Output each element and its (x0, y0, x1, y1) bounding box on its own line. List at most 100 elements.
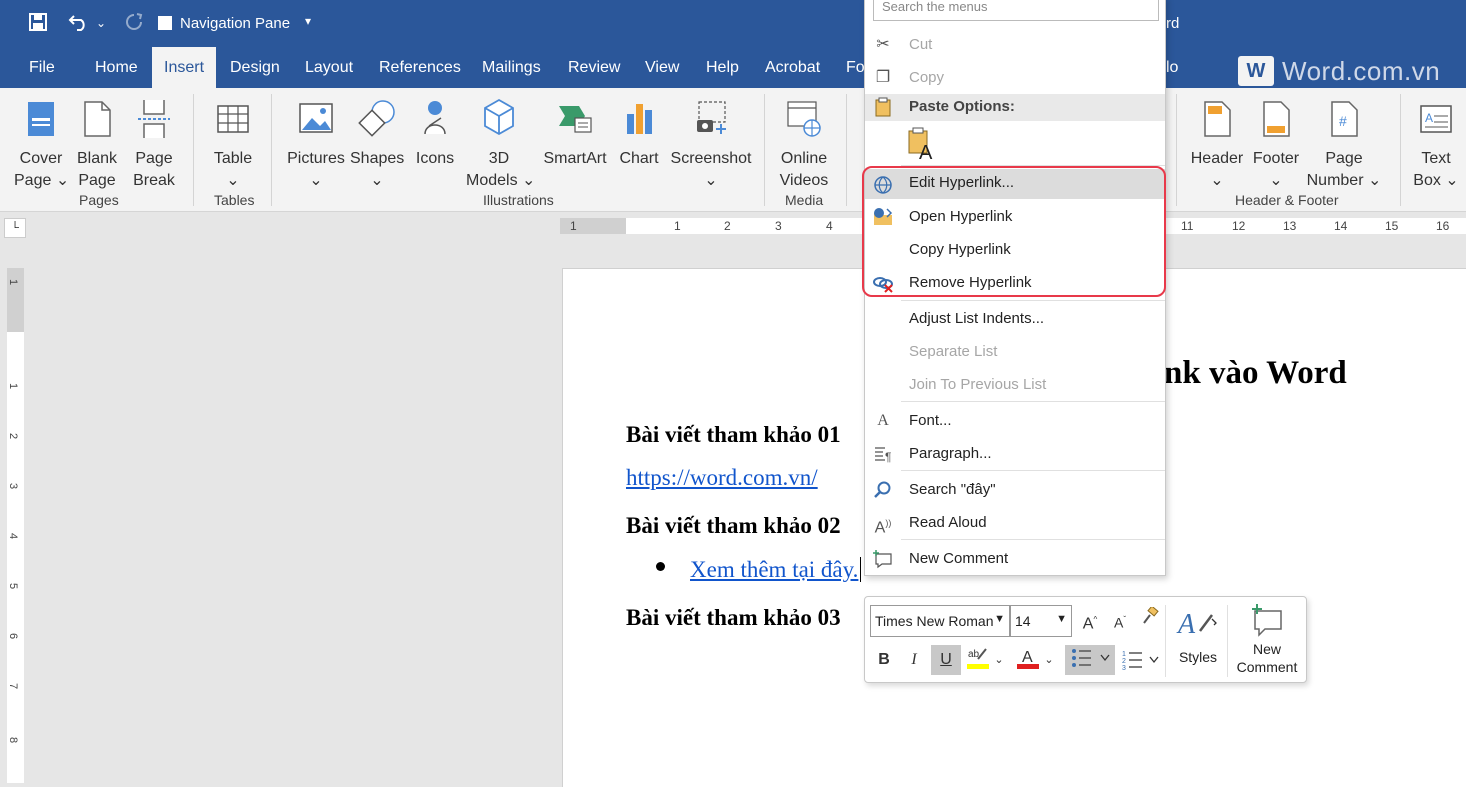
menu-item-read-aloud[interactable]: A)) Read Aloud (865, 507, 1165, 539)
tab-tail[interactable]: lo (1166, 59, 1178, 77)
3d-models-icon (484, 98, 514, 136)
tab-view[interactable]: View (645, 59, 679, 77)
menu-item-adjust-list-indents[interactable]: Adjust List Indents... (865, 303, 1165, 335)
highlight-color-button[interactable]: ab (963, 645, 993, 671)
navigation-pane-checkbox[interactable] (158, 16, 172, 30)
group-separator (1400, 94, 1401, 206)
menu-search-input[interactable]: Search the menus (873, 0, 1159, 21)
menu-item-separate-list[interactable]: Separate List (865, 336, 1165, 368)
ribbon: Cover Page ⌄ Blank Page Page Break Pages Ta… (0, 88, 1466, 212)
header-icon (1204, 101, 1231, 137)
chevron-down-icon: ▼ (994, 613, 1005, 625)
bullets-button[interactable] (1065, 645, 1115, 675)
font-size-combo[interactable]: 14 ▼ (1010, 605, 1072, 637)
online-videos-button[interactable]: Online Videos (776, 94, 832, 192)
new-comment-button[interactable]: New Comment (1231, 603, 1303, 679)
shapes-button[interactable]: Shapes ⌄ (350, 94, 404, 192)
copy-icon: ❐ (875, 69, 891, 86)
font-color-button[interactable]: A (1013, 645, 1043, 671)
tab-layout[interactable]: Layout (305, 59, 353, 77)
undo-icon[interactable] (68, 12, 90, 37)
group-separator (1176, 94, 1177, 206)
tab-design[interactable]: Design (230, 59, 280, 77)
smartart-button[interactable]: SmartArt (540, 94, 610, 170)
group-label-illustrations: Illustrations (483, 192, 554, 208)
page-number-button[interactable]: # Page Number ⌄ (1306, 94, 1382, 192)
chart-button[interactable]: Chart (616, 94, 662, 170)
hyperlink-options-highlight (862, 166, 1166, 297)
tab-home[interactable]: Home (95, 59, 138, 77)
online-videos-icon (787, 101, 821, 137)
scissors-icon: ✂ (876, 36, 890, 53)
hyperlink-xem-them[interactable]: Xem thêm tại đây. (690, 557, 858, 583)
underline-button[interactable]: U (931, 645, 961, 675)
shrink-font-icon[interactable]: Aˇ (1107, 607, 1133, 633)
menu-header-paste-options: Paste Options: (865, 94, 1165, 121)
tab-review[interactable]: Review (568, 59, 620, 77)
tab-help[interactable]: Help (706, 59, 739, 77)
text-box-button[interactable]: A Text Box ⌄ (1410, 94, 1462, 192)
group-label-pages: Pages (79, 192, 119, 208)
tab-mailings[interactable]: Mailings (482, 59, 541, 77)
menu-item-join-previous-list[interactable]: Join To Previous List (865, 369, 1165, 401)
page-break-button[interactable]: Page Break (128, 94, 180, 192)
footer-button[interactable]: Footer ⌄ (1250, 94, 1302, 192)
chevron-down-icon[interactable]: ⌄ (1041, 647, 1057, 673)
menu-item-copy[interactable]: ❐ Copy (865, 62, 1165, 94)
numbering-button[interactable]: 123 (1119, 647, 1163, 673)
cover-page-button[interactable]: Cover Page ⌄ (14, 94, 69, 192)
tab-file[interactable]: File (29, 59, 55, 77)
menu-item-new-comment[interactable]: New Comment (865, 543, 1165, 575)
new-comment-icon (1252, 604, 1282, 637)
styles-button[interactable]: A Styles (1170, 603, 1226, 679)
icons-icon (424, 101, 446, 135)
menu-item-paragraph[interactable]: ¶ Paragraph... (865, 438, 1165, 470)
header-button[interactable]: Header ⌄ (1188, 94, 1246, 192)
bold-button[interactable]: B (871, 647, 897, 673)
menu-item-cut[interactable]: ✂ Cut (865, 29, 1165, 61)
ruler-margin (7, 268, 24, 332)
group-label-header-footer: Header & Footer (1235, 192, 1339, 208)
tab-acrobat[interactable]: Acrobat (765, 59, 820, 77)
tab-selector[interactable]: └ (4, 218, 26, 238)
format-painter-icon[interactable] (1137, 605, 1163, 633)
grow-font-icon[interactable]: A^ (1077, 607, 1103, 633)
mini-toolbar: Times New Roman ▼ 14 ▼ A^ Aˇ B I U ab ⌄ … (864, 596, 1307, 683)
hyperlink-word-com-vn[interactable]: https://word.com.vn/ (626, 465, 818, 491)
smartart-icon (559, 106, 592, 133)
blank-page-button[interactable]: Blank Page (72, 94, 122, 192)
table-button[interactable]: Table ⌄ (208, 94, 258, 192)
new-comment-icon (873, 549, 893, 569)
text-cursor (860, 557, 861, 582)
menu-item-font[interactable]: A Font... (865, 405, 1165, 437)
save-icon[interactable] (28, 12, 48, 37)
reference-3: Bài viết tham khảo 03 (626, 605, 841, 630)
font-icon: A (877, 412, 889, 429)
menu-item-search[interactable]: Search "đây" (865, 474, 1165, 506)
customize-toolbar-icon[interactable]: ▾ (305, 14, 311, 28)
tab-insert[interactable]: Insert (152, 47, 217, 88)
tab-format[interactable]: Fo (846, 59, 865, 77)
styles-icon: A (1176, 609, 1217, 640)
3d-models-button[interactable]: 3D Models ⌄ (466, 94, 535, 192)
list-bullet (656, 562, 665, 571)
reference-2: Bài viết tham khảo 02 (626, 513, 841, 538)
group-separator (764, 94, 765, 206)
group-separator (193, 94, 194, 206)
paste-keep-text-only-button[interactable]: A (905, 127, 941, 164)
cover-page-icon (28, 102, 54, 136)
screenshot-button[interactable]: Screenshot ⌄ (670, 94, 752, 192)
group-label-tables: Tables (214, 192, 255, 208)
icons-button[interactable]: Icons (412, 94, 458, 170)
redo-icon[interactable] (124, 12, 144, 37)
tab-references[interactable]: References (379, 59, 461, 77)
italic-button[interactable]: I (901, 647, 927, 673)
pictures-button[interactable]: Pictures ⌄ (286, 94, 346, 192)
vertical-ruler[interactable]: 1 1 2 3 4 5 6 7 8 (7, 268, 24, 783)
title-bar: ⌄ Navigation Pane ▾ rd (0, 0, 1466, 47)
svg-text:¶: ¶ (885, 450, 891, 464)
svg-text:2: 2 (1122, 658, 1126, 665)
font-name-combo[interactable]: Times New Roman ▼ (870, 605, 1010, 637)
undo-dropdown-icon[interactable]: ⌄ (96, 16, 106, 30)
chevron-down-icon[interactable]: ⌄ (991, 647, 1007, 673)
